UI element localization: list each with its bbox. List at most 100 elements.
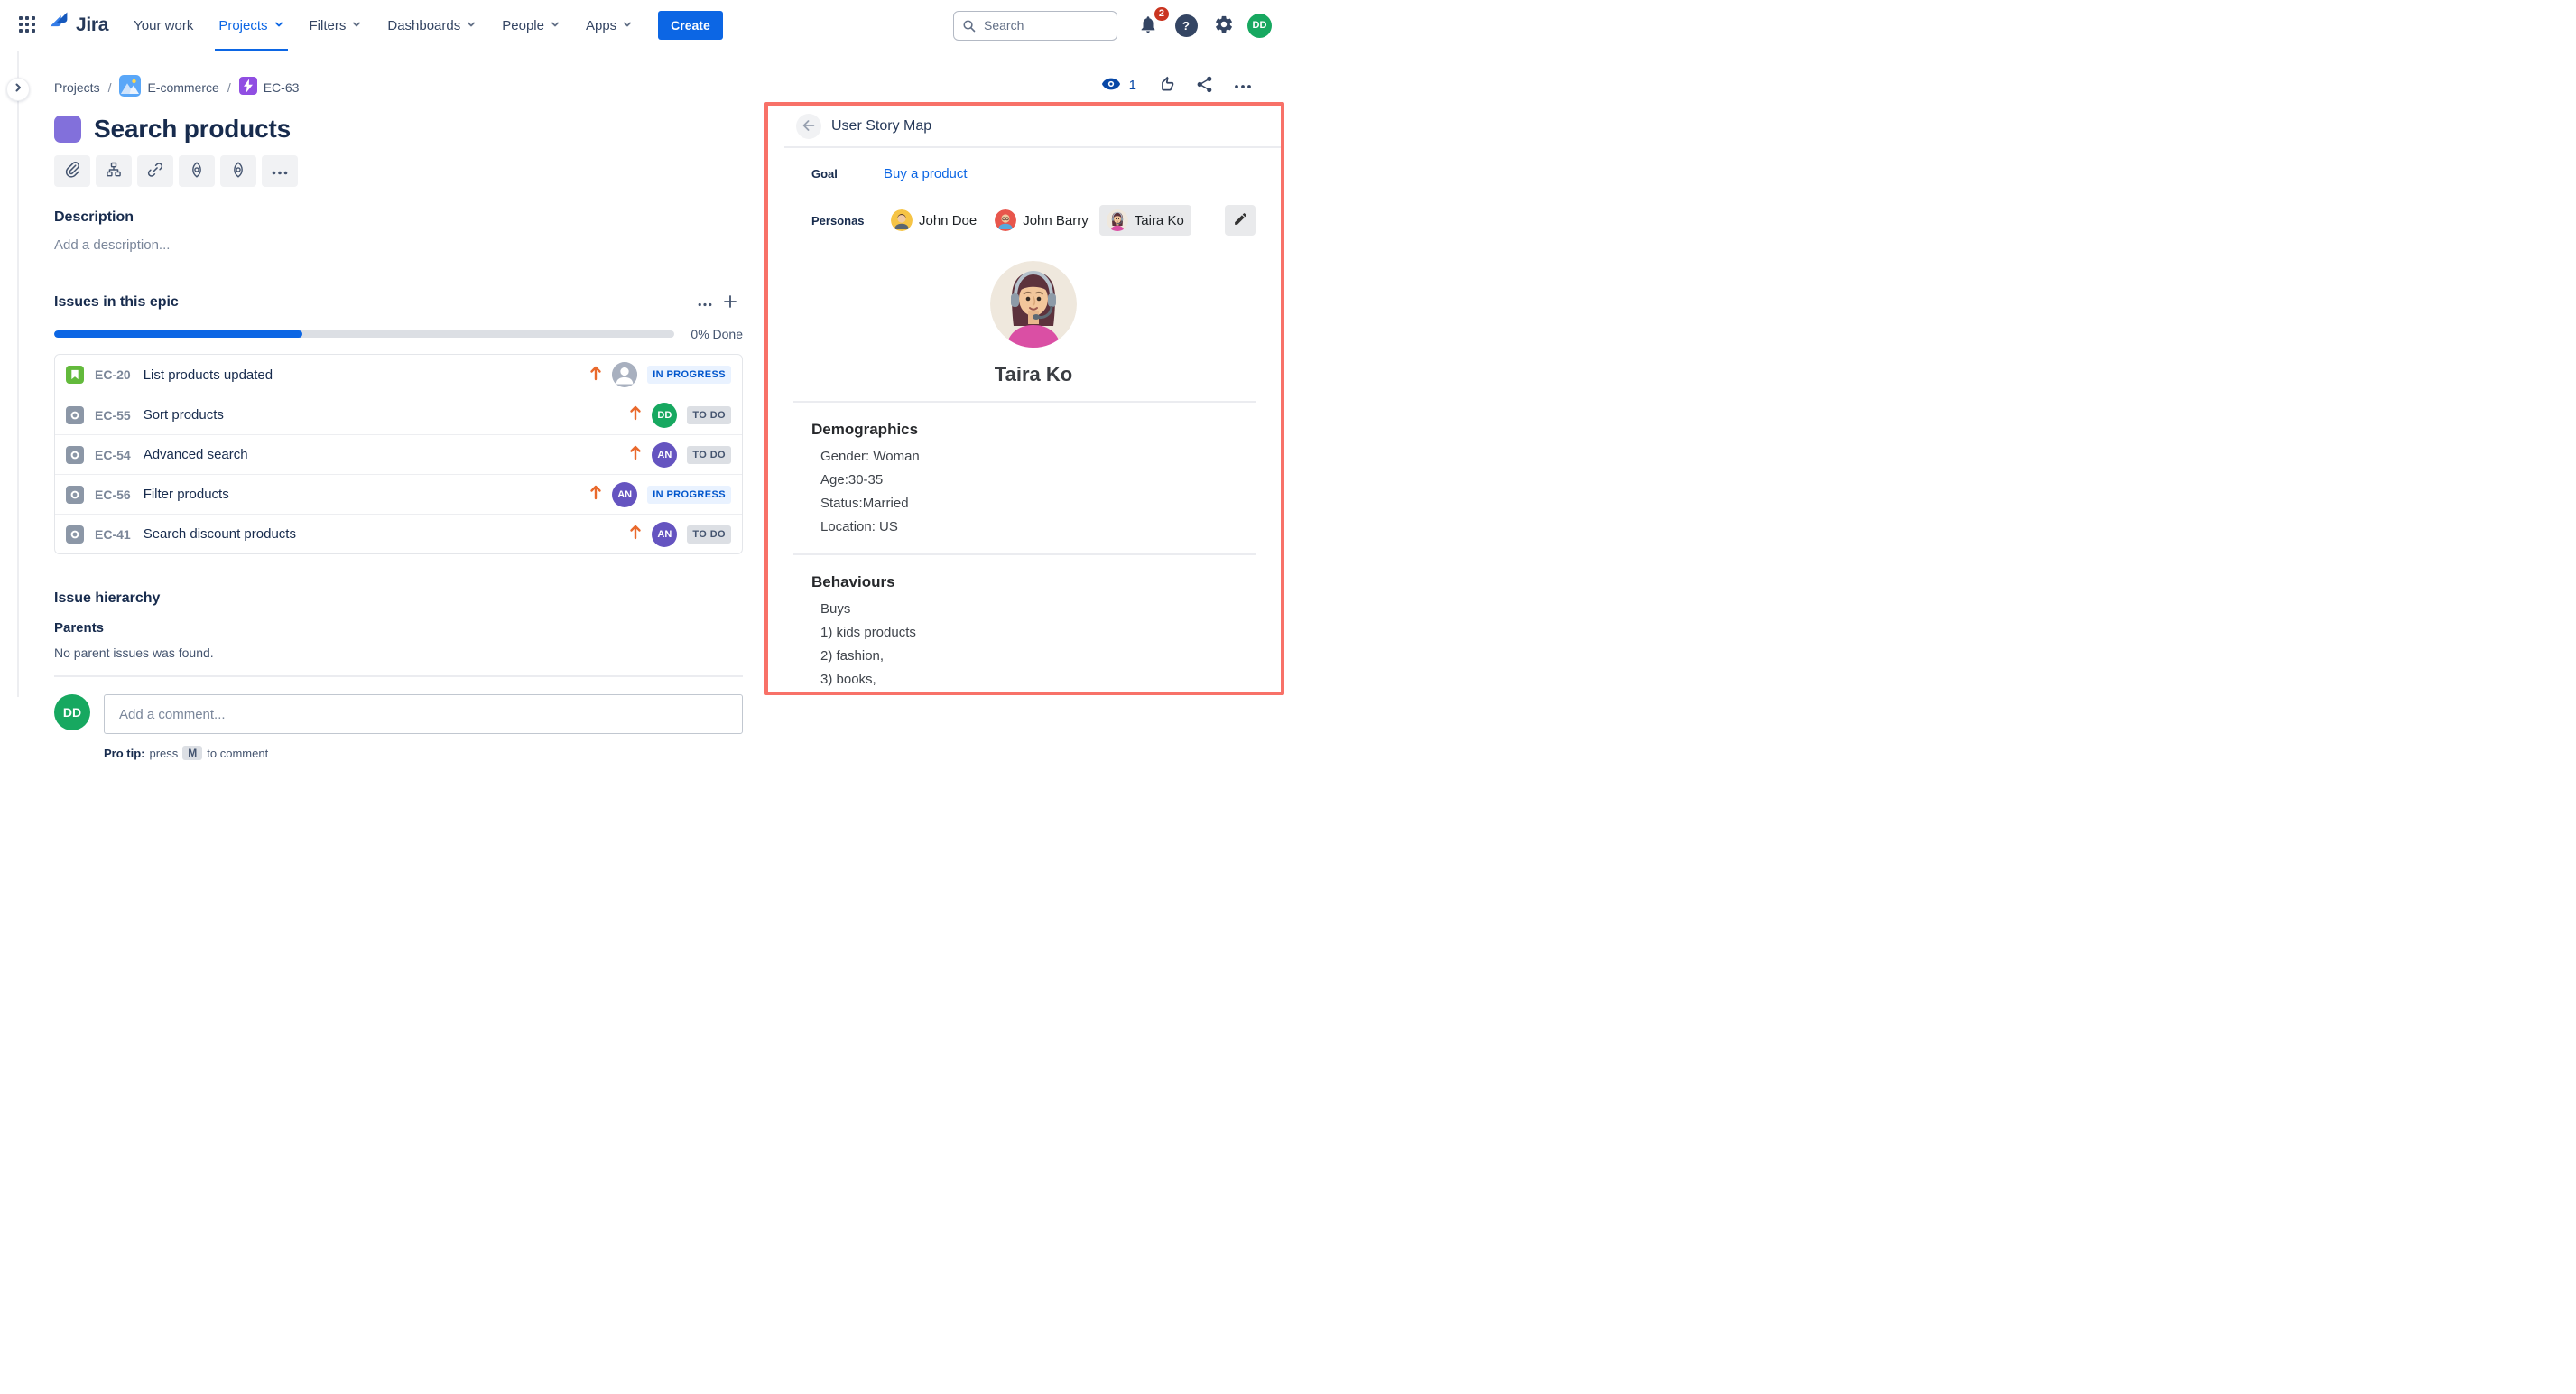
nav-label: Dashboards [387, 18, 460, 33]
project-icon [119, 75, 141, 99]
apps-grid-icon [18, 15, 36, 36]
issue-key[interactable]: EC-20 [95, 367, 131, 382]
add-feature-flag-button[interactable] [179, 155, 215, 187]
epic-issues-more-button[interactable] [692, 292, 718, 313]
issue-row[interactable]: EC-41 Search discount products AN TO DO [55, 514, 742, 553]
issue-summary[interactable]: List products updated [144, 367, 273, 383]
jira-logo-icon [47, 12, 69, 39]
assignee-avatar: AN [612, 482, 637, 507]
goal-row: Goal Buy a product [811, 166, 1256, 181]
assignee-avatar: AN [652, 522, 677, 547]
nav-label: People [502, 18, 544, 33]
expand-sidebar-button[interactable] [6, 78, 30, 101]
epic-issue-list: EC-20 List products updated IN PROGRESS … [54, 354, 743, 554]
breadcrumb-separator: / [108, 80, 112, 95]
create-button[interactable]: Create [658, 11, 723, 40]
jira-logo[interactable]: Jira [47, 12, 108, 39]
more-actions-button[interactable] [1234, 79, 1252, 92]
chevron-down-icon [550, 18, 561, 33]
user-avatar[interactable]: DD [1247, 14, 1272, 38]
watch-button[interactable]: 1 [1101, 74, 1136, 97]
nav-projects[interactable]: Projects [215, 0, 287, 51]
status-badge[interactable]: TO DO [687, 406, 731, 424]
notifications-button[interactable]: 2 [1134, 11, 1163, 40]
demographic-item: Status:Married [820, 492, 1256, 516]
panel-title: User Story Map [831, 118, 931, 135]
like-button[interactable] [1156, 75, 1175, 97]
global-search [953, 11, 1117, 41]
issue-row[interactable]: EC-20 List products updated IN PROGRESS [55, 355, 742, 395]
epic-issues-section: Issues in this epic 0% Done EC-20 List p… [54, 292, 743, 554]
description-placeholder[interactable]: Add a description... [54, 237, 743, 253]
nav-your-work[interactable]: Your work [130, 0, 197, 51]
protip-prefix: Pro tip: [104, 747, 145, 760]
issue-row[interactable]: EC-55 Sort products DD TO DO [55, 395, 742, 434]
issue-actions-row: 1 [1101, 74, 1252, 97]
link-issue-button[interactable] [137, 155, 173, 187]
persona-chip-john-barry[interactable]: John Barry [987, 205, 1096, 236]
search-input[interactable] [953, 11, 1117, 41]
ellipsis-icon [1234, 79, 1252, 92]
ellipsis-icon [698, 296, 712, 310]
status-badge[interactable]: IN PROGRESS [647, 366, 731, 384]
plus-icon [723, 294, 737, 311]
issue-row[interactable]: EC-56 Filter products AN IN PROGRESS [55, 474, 742, 514]
issue-key[interactable]: EC-56 [95, 488, 131, 502]
nav-apps[interactable]: Apps [582, 0, 636, 51]
comment-input[interactable] [104, 694, 743, 734]
priority-highest-icon [629, 404, 642, 425]
status-badge[interactable]: TO DO [687, 446, 731, 464]
issue-key[interactable]: EC-41 [95, 527, 131, 542]
add-child-issue-button[interactable] [96, 155, 132, 187]
attach-button[interactable] [54, 155, 90, 187]
help-button[interactable]: ? [1172, 11, 1200, 40]
issue-summary[interactable]: Sort products [144, 407, 224, 423]
issue-summary[interactable]: Search discount products [144, 526, 296, 542]
pencil-icon [1233, 211, 1248, 229]
persona-chip-john-doe[interactable]: John Doe [884, 205, 984, 236]
top-navbar: Jira Your work Projects Filters Dashboar… [0, 0, 1288, 51]
assignee-avatar: AN [652, 442, 677, 468]
nav-dashboards[interactable]: Dashboards [384, 0, 480, 51]
nav-label: Apps [586, 18, 616, 33]
more-toolbar-button[interactable] [262, 155, 298, 187]
breadcrumb-project[interactable]: E-commerce [119, 75, 218, 99]
demographics-list: Gender: Woman Age:30-35 Status:Married L… [811, 445, 1256, 539]
issue-row[interactable]: EC-54 Advanced search AN TO DO [55, 434, 742, 474]
personas-row: Personas John Doe John Barry [811, 205, 1256, 236]
issue-key[interactable]: EC-54 [95, 448, 131, 462]
issue-summary[interactable]: Filter products [144, 487, 229, 502]
watch-count: 1 [1129, 78, 1136, 93]
share-button[interactable] [1195, 75, 1214, 97]
status-badge[interactable]: TO DO [687, 525, 731, 544]
edit-personas-button[interactable] [1225, 205, 1256, 236]
behaviours-heading: Behaviours [811, 573, 1256, 591]
shield-dot-icon [229, 161, 247, 181]
epic-issues-heading: Issues in this epic [54, 294, 179, 311]
status-badge[interactable]: IN PROGRESS [647, 486, 731, 504]
chevron-down-icon [622, 18, 633, 33]
app-switcher-button[interactable] [13, 11, 42, 40]
back-button[interactable] [796, 114, 821, 139]
behaviour-item: 4) kitchen and electronic items. [820, 692, 1256, 695]
breadcrumb-separator: / [227, 80, 231, 95]
nav-people[interactable]: People [498, 0, 564, 51]
thumbs-up-icon [1156, 75, 1175, 97]
breadcrumb: Projects / E-commerce / EC-63 [54, 75, 743, 99]
demographics-heading: Demographics [811, 421, 1256, 439]
breadcrumb-projects[interactable]: Projects [54, 80, 100, 95]
issue-summary[interactable]: Advanced search [144, 447, 248, 462]
add-flag-button[interactable] [220, 155, 256, 187]
breadcrumb-issue[interactable]: EC-63 [239, 77, 300, 98]
page-title[interactable]: Search products [94, 115, 291, 144]
task-icon [66, 446, 84, 464]
goal-link[interactable]: Buy a product [884, 166, 968, 181]
nav-filters[interactable]: Filters [306, 0, 366, 51]
settings-button[interactable] [1209, 11, 1238, 40]
issue-key[interactable]: EC-55 [95, 408, 131, 423]
add-issue-button[interactable] [718, 292, 743, 313]
hierarchy-icon [105, 161, 123, 181]
persona-portrait [990, 261, 1077, 348]
persona-chip-taira-ko[interactable]: Taira Ko [1099, 205, 1191, 236]
current-user-avatar: DD [54, 694, 90, 730]
